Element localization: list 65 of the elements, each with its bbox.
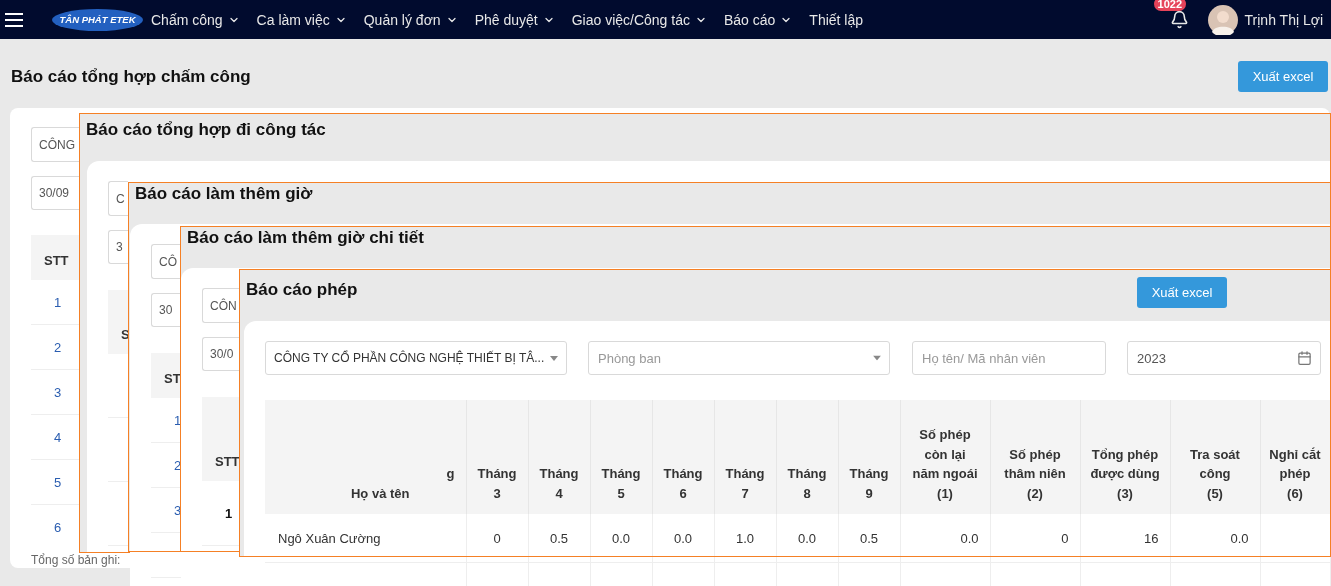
avatar[interactable]: [1207, 4, 1238, 35]
column-header: Tra soát công (5): [1170, 400, 1260, 514]
table-cell: 4: [54, 429, 62, 445]
table-cell: 0.5: [838, 514, 900, 563]
bell-icon[interactable]: [1169, 10, 1189, 29]
date-field[interactable]: 30/09: [31, 176, 79, 210]
column-header: Tháng 3: [466, 400, 528, 514]
table-cell: 0.0: [652, 514, 714, 563]
user-name[interactable]: Trịnh Thị Lợi: [1244, 11, 1323, 28]
table-cell: 0.0: [900, 514, 990, 563]
table-cell: 1: [54, 294, 62, 310]
nav-menu-item[interactable]: Giao việc/Công tác: [571, 11, 707, 28]
table-cell: 5: [54, 474, 62, 490]
column-header: Tháng 4: [528, 400, 590, 514]
column-header: Tháng 5: [590, 400, 652, 514]
company-select[interactable]: CÔNG TY CỔ PHẦN CÔNG NGHỆ THIẾT BỊ TÂ...: [265, 341, 567, 375]
table-cell: 0.0: [1170, 514, 1260, 563]
brand-logo[interactable]: TÂN PHÁT ETEK: [52, 8, 143, 31]
window-title: Báo cáo phép: [246, 279, 358, 301]
window-title: Báo cáo làm thêm giờ: [135, 183, 313, 205]
column-header: Số phép còn lại năm ngoái (1): [900, 400, 990, 514]
column-header: ST: [164, 371, 181, 386]
table-cell: 3: [54, 384, 62, 400]
calendar-icon[interactable]: [1297, 350, 1312, 366]
column-header: STT: [44, 253, 69, 268]
column-header: Tháng 8: [776, 400, 838, 514]
table-cell: 0.0: [776, 514, 838, 563]
table-cell: Ngô Xuân Cường: [265, 514, 466, 563]
menu-icon[interactable]: [5, 12, 23, 27]
column-header: Số phép thâm niên (2): [990, 400, 1080, 514]
table-cell: 16: [1080, 514, 1170, 563]
company-select[interactable]: CÔNG: [31, 127, 79, 162]
table-cell: 1: [225, 505, 233, 521]
column-header: g Họ và tên: [265, 400, 466, 514]
department-select[interactable]: Phòng ban: [588, 341, 890, 375]
window-title: Báo cáo làm thêm giờ chi tiết: [187, 227, 424, 249]
nav-menu-item[interactable]: Chấm công: [151, 11, 240, 28]
column-header: Tổng phép được dùng (3): [1080, 400, 1170, 514]
column-header: Nghỉ cắt phép (6): [1260, 400, 1330, 514]
nav-menu-item[interactable]: Báo cáo: [724, 11, 793, 28]
nav-menu-item[interactable]: Phê duyệt: [474, 11, 555, 28]
name-search-field[interactable]: Họ tên/ Mã nhân viên: [912, 341, 1106, 375]
column-header: Tháng 6: [652, 400, 714, 514]
notification-badge: 1022: [1153, 0, 1187, 11]
window-title: Báo cáo tổng hợp đi công tác: [86, 119, 326, 141]
page-title: Báo cáo tổng hợp chấm công: [11, 66, 251, 87]
table-cell: 1.0: [714, 514, 776, 563]
nav-menu-item[interactable]: Ca làm việc: [256, 11, 347, 28]
column-header: Tháng 7: [714, 400, 776, 514]
column-header: Tháng 9: [838, 400, 900, 514]
date-field[interactable]: 30: [151, 293, 180, 327]
date-field[interactable]: 3: [108, 230, 128, 264]
year-field[interactable]: 2023: [1127, 341, 1321, 375]
table-cell: 0.0: [590, 514, 652, 563]
table-cell: 0: [990, 514, 1080, 563]
company-select[interactable]: CÔ: [151, 244, 180, 279]
table-cell: 6: [54, 519, 62, 535]
nav-menu-item[interactable]: Thiết lập: [809, 11, 864, 28]
table-cell: 0.5: [528, 514, 590, 563]
table-cell: 0: [466, 514, 528, 563]
column-header: STT: [215, 454, 240, 469]
table-cell: 2: [54, 339, 62, 355]
record-count-label: Tổng số bản ghi:: [31, 554, 121, 567]
company-select[interactable]: C: [108, 181, 128, 216]
nav-menu-item[interactable]: Quản lý đơn: [363, 11, 458, 28]
